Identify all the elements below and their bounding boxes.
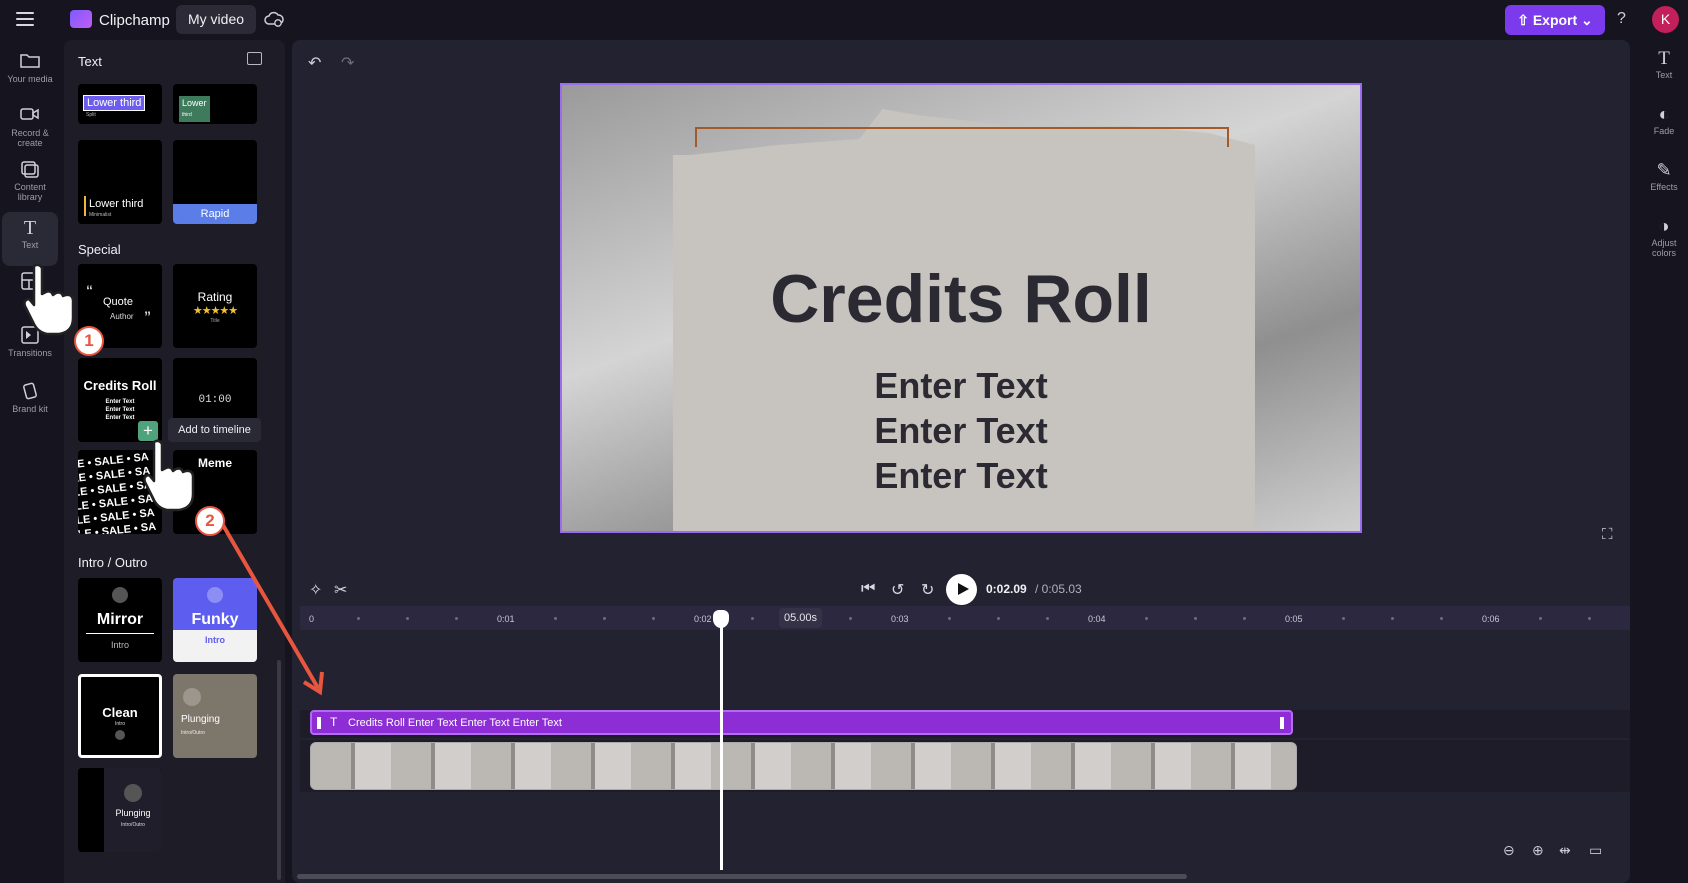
- step-2-badge: 2: [195, 506, 225, 536]
- tutorial-annotation-layer: [218, 518, 324, 696]
- pointer-hand-icon: [20, 262, 80, 342]
- step-1-badge: 1: [74, 326, 104, 356]
- pointer-hand-icon: [140, 438, 200, 518]
